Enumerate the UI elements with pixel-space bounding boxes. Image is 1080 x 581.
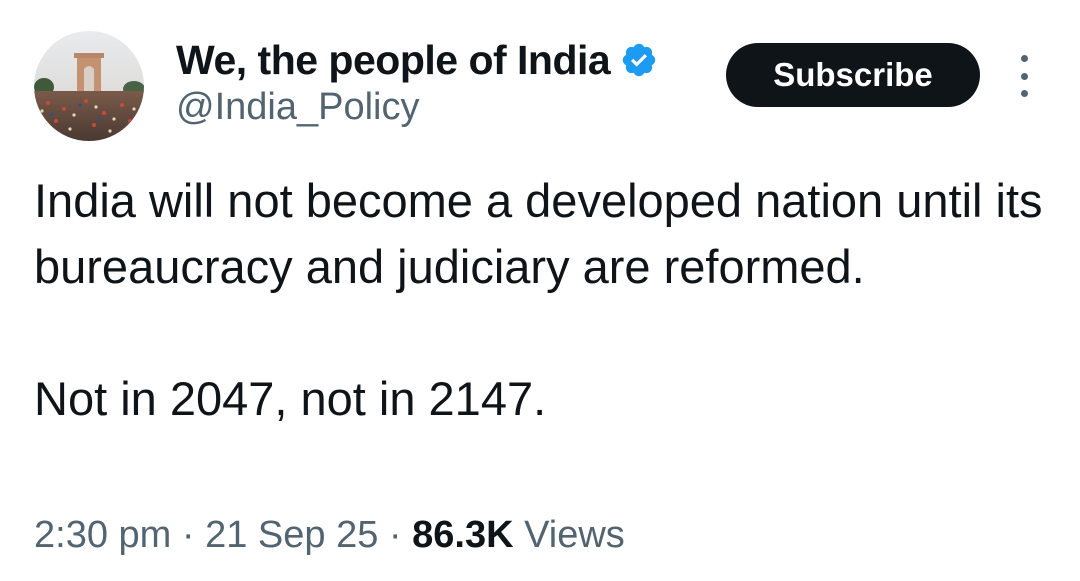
verified-badge-icon[interactable] (620, 41, 658, 79)
tweet-time[interactable]: 2:30 pm (34, 514, 171, 556)
more-dot (1020, 90, 1028, 97)
tweet-text: India will not become a developed nation… (34, 168, 1044, 432)
meta-separator: · (181, 514, 195, 556)
author-display-name[interactable]: We, the people of India (176, 37, 611, 84)
meta-separator: · (388, 514, 402, 556)
views-label[interactable]: Views (524, 514, 625, 556)
more-dot (1020, 55, 1028, 62)
tweet-meta: 2:30 pm · 21 Sep 25 · 86.3K Views (34, 514, 625, 557)
more-dot (1020, 72, 1028, 80)
views-count[interactable]: 86.3K (412, 514, 513, 556)
tweet-paragraph: India will not become a developed nation… (34, 174, 1043, 293)
tweet-date[interactable]: 21 Sep 25 (205, 514, 378, 556)
author-name-row: We, the people of India (176, 34, 658, 86)
avatar-image (34, 31, 144, 141)
more-vertical-icon[interactable] (1012, 55, 1036, 97)
tweet-paragraph: Not in 2047, not in 2147. (34, 372, 547, 425)
avatar[interactable] (34, 31, 144, 141)
subscribe-button[interactable]: Subscribe (726, 43, 980, 107)
author-handle[interactable]: @India_Policy (176, 86, 419, 129)
